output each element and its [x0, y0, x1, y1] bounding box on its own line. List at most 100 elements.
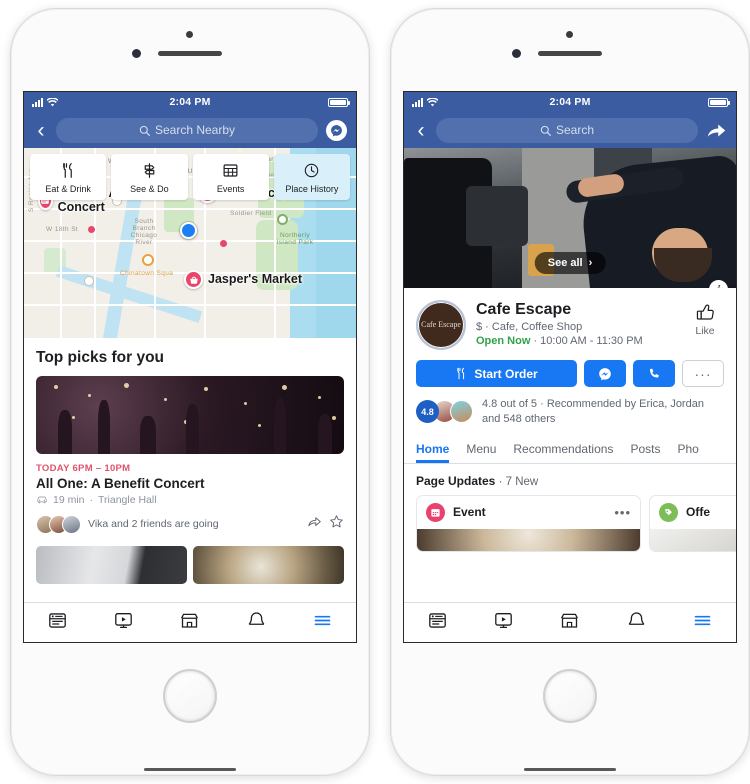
- share-button[interactable]: [307, 514, 322, 534]
- event-duration: 19 min: [53, 494, 85, 506]
- tab-news-feed[interactable]: [47, 610, 68, 636]
- update-card-more-icon[interactable]: •••: [614, 505, 631, 520]
- category-eat-drink[interactable]: Eat & Drink: [30, 154, 107, 200]
- rating-row[interactable]: 4.8 4.8 out of 5 · Recommended by Erica,…: [404, 387, 736, 436]
- update-card-event[interactable]: Event •••: [416, 494, 641, 552]
- tab-photos[interactable]: Pho: [677, 436, 698, 463]
- page-updates-sep: ·: [498, 475, 503, 488]
- proximity-sensor-icon: [186, 31, 193, 38]
- bell-notifications-icon: [628, 611, 645, 625]
- tab-watch[interactable]: [113, 610, 134, 636]
- status-time: 2:04 PM: [169, 96, 211, 108]
- save-button[interactable]: [329, 514, 344, 534]
- phone-left-screen: 2:04 PM ‹ Search Nearby SOUTH Soldier Fi…: [23, 91, 357, 643]
- page-cover-photo[interactable]: See all › i: [404, 148, 736, 288]
- event-cover-image[interactable]: [36, 376, 344, 454]
- page-updates-carousel[interactable]: Event ••• Offe: [404, 494, 736, 552]
- update-card-header: Event •••: [417, 496, 640, 529]
- calendar-badge-icon: [426, 502, 445, 522]
- device-bottom-edge: [524, 768, 616, 771]
- phone-left-top-bezel: [11, 9, 369, 91]
- back-chevron-icon[interactable]: ‹: [412, 119, 430, 141]
- business-logo[interactable]: Cafe Escape: [416, 300, 466, 350]
- watch-video-icon: [495, 612, 512, 628]
- back-chevron-icon[interactable]: ‹: [32, 119, 50, 141]
- like-button[interactable]: Like: [686, 300, 724, 337]
- tab-recommendations[interactable]: Recommendations: [513, 436, 613, 463]
- home-button[interactable]: [543, 669, 597, 723]
- rating-score-badge: 4.8: [416, 400, 439, 424]
- tab-marketplace[interactable]: [179, 610, 200, 636]
- current-location-dot: [180, 222, 197, 239]
- bottom-tab-bar-left: [24, 602, 356, 642]
- search-icon: [540, 125, 551, 136]
- map-poi-dot: [84, 276, 94, 286]
- search-nearby-input[interactable]: Search Nearby: [56, 117, 318, 143]
- start-order-button[interactable]: Start Order: [416, 360, 577, 387]
- messenger-button[interactable]: [324, 118, 348, 142]
- tab-menu[interactable]: Menu: [466, 436, 496, 463]
- map-label: Chinatown Squa: [120, 270, 174, 277]
- tab-news-feed[interactable]: [427, 610, 448, 636]
- photo-thumbnail[interactable]: [36, 546, 187, 584]
- photo-thumbnail[interactable]: [193, 546, 344, 584]
- car-icon: [37, 496, 47, 504]
- reviewer-avatars: 4.8: [416, 400, 473, 424]
- search-input[interactable]: Search: [436, 117, 698, 143]
- map-label: W 18th St: [46, 226, 79, 233]
- nearby-map[interactable]: WILDIS TOWER Taft Hall SOUTH LOOP The Fi…: [24, 148, 356, 338]
- tab-menu[interactable]: [692, 610, 713, 636]
- share-button[interactable]: [704, 118, 728, 142]
- hamburger-menu-icon: [314, 615, 331, 625]
- star-outline-icon: [330, 515, 343, 528]
- map-poi-dot: [220, 240, 227, 247]
- category-events[interactable]: Events: [192, 154, 269, 200]
- call-button[interactable]: [633, 360, 675, 387]
- espresso-group-head: [466, 186, 528, 246]
- share-arrow-icon: [308, 517, 321, 527]
- phone-left-device: 2:04 PM ‹ Search Nearby SOUTH Soldier Fi…: [10, 8, 370, 776]
- messenger-icon: [325, 119, 347, 141]
- page-updates-title: Page Updates: [416, 473, 496, 488]
- battery-icon: [708, 97, 730, 107]
- update-card-image: [417, 528, 640, 551]
- category-place-history[interactable]: Place History: [273, 154, 350, 200]
- tab-marketplace[interactable]: [559, 610, 580, 636]
- marketplace-store-icon: [181, 613, 199, 628]
- fork-knife-icon: [62, 163, 72, 178]
- map-label: Soldier Field: [230, 210, 272, 217]
- tab-home[interactable]: Home: [416, 436, 449, 463]
- event-meta: 19 min · Triangle Hall: [24, 494, 356, 506]
- tab-menu[interactable]: [312, 610, 333, 636]
- map-poi-market[interactable]: Jasper's Market: [184, 270, 302, 289]
- event-time: TODAY 6PM – 10PM: [36, 463, 131, 474]
- more-dots-icon: ···: [694, 365, 712, 382]
- update-card-offer[interactable]: Offe: [649, 494, 736, 552]
- phone-right-device: 2:04 PM ‹ Search See all › Cafe Escape C…: [390, 8, 750, 776]
- like-label: Like: [695, 325, 715, 337]
- event-title[interactable]: All One: A Benefit Concert: [24, 476, 356, 494]
- map-poi-dot: [88, 226, 95, 233]
- page-updates-header: Page Updates · 7 New: [404, 464, 736, 495]
- home-button[interactable]: [163, 669, 217, 723]
- photo-strip[interactable]: [24, 543, 356, 584]
- more-options-button[interactable]: ···: [682, 360, 724, 387]
- news-feed-icon: [428, 612, 446, 628]
- avatar: [450, 400, 473, 424]
- message-button[interactable]: [584, 360, 626, 387]
- tab-watch[interactable]: [493, 610, 514, 636]
- event-venue: Triangle Hall: [98, 494, 157, 506]
- category-see-do[interactable]: See & Do: [111, 154, 188, 200]
- event-meta-sep: ·: [89, 494, 94, 506]
- tab-notifications[interactable]: [246, 610, 267, 636]
- open-status-badge: Open Now: [476, 335, 531, 348]
- front-camera-icon: [512, 49, 521, 58]
- tab-notifications[interactable]: [626, 610, 647, 636]
- update-card-header: Offe: [650, 496, 736, 529]
- category-label: Place History: [285, 184, 339, 194]
- phone-right-bottom-bezel: [391, 645, 749, 775]
- update-card-label: Event: [453, 505, 486, 520]
- avatar: [62, 514, 81, 534]
- tab-posts[interactable]: Posts: [630, 436, 660, 463]
- see-all-photos-button[interactable]: See all ›: [534, 252, 606, 274]
